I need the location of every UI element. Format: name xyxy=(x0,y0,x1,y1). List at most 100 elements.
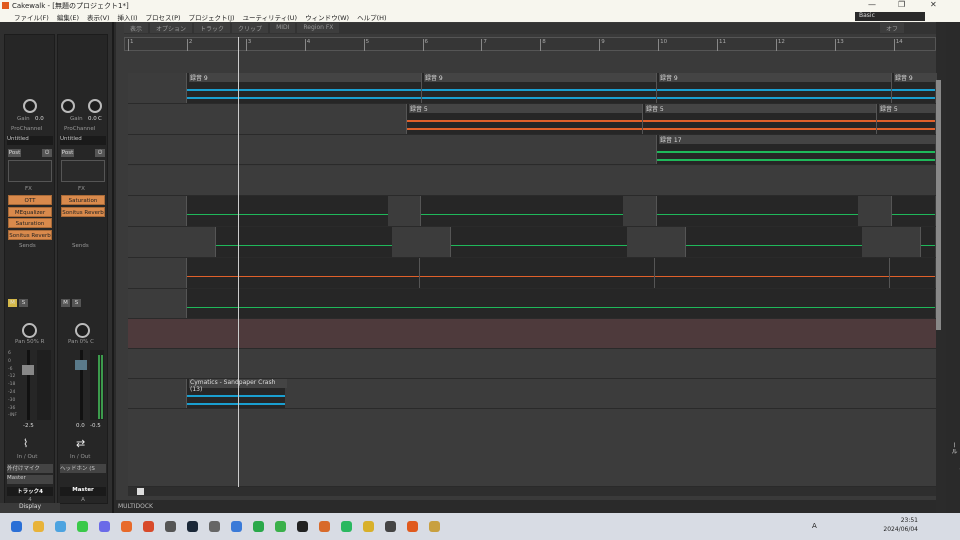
clip[interactable]: 録音 9 xyxy=(421,73,658,103)
power-icon[interactable]: ⏻ xyxy=(42,149,52,157)
eq-graph[interactable] xyxy=(61,160,105,182)
clip[interactable] xyxy=(656,196,858,226)
taskbar-app-icon[interactable] xyxy=(143,521,154,532)
clip[interactable] xyxy=(685,227,862,257)
minimize-button[interactable]: — xyxy=(868,0,876,9)
fx-plugin[interactable]: Saturation Knob xyxy=(8,218,52,237)
menu-item[interactable]: ユーティリティ(U) xyxy=(243,12,298,22)
clip[interactable] xyxy=(889,258,935,288)
browser-tab[interactable]: ブラウザ | ヘルプモジュール xyxy=(949,442,960,513)
taskbar-app-icon[interactable] xyxy=(385,521,396,532)
taskbar-app-icon[interactable] xyxy=(11,521,22,532)
solo-button[interactable]: S xyxy=(19,299,28,307)
clip[interactable]: 録音 5 xyxy=(642,104,878,134)
taskbar-app-icon[interactable] xyxy=(165,521,176,532)
taskbar-app-icon[interactable] xyxy=(297,521,308,532)
clip[interactable]: 録音 9 xyxy=(186,73,423,103)
track-lane[interactable] xyxy=(128,349,936,379)
horizontal-scrollbar[interactable] xyxy=(128,487,936,496)
fx-plugin[interactable]: Sonitus Reverb xyxy=(61,206,105,217)
taskbar-app-icon[interactable] xyxy=(253,521,264,532)
track-lane[interactable]: 録音 9 録音 9 録音 9 録音 9 xyxy=(128,73,937,104)
solo-button[interactable]: S xyxy=(72,299,81,307)
display-button[interactable]: Display xyxy=(0,503,60,513)
pan-knob-top[interactable] xyxy=(88,99,102,113)
toolbar-menu[interactable]: トラック xyxy=(194,23,231,33)
menu-item[interactable]: 表示(V) xyxy=(87,12,110,22)
clip[interactable] xyxy=(186,289,935,318)
clip[interactable]: 録音 17 xyxy=(656,135,937,164)
clip[interactable] xyxy=(186,196,388,226)
clip[interactable] xyxy=(920,227,935,257)
toolbar-menu[interactable]: 表示 xyxy=(124,23,149,33)
clip[interactable] xyxy=(891,196,935,226)
clip[interactable] xyxy=(215,227,392,257)
output-select[interactable]: ヘッドホン (S xyxy=(60,464,106,473)
snap-toggle[interactable]: オフ xyxy=(880,23,905,33)
volume-fader[interactable] xyxy=(75,360,87,370)
toolbar-menu[interactable]: オプション xyxy=(150,23,193,33)
close-button[interactable]: ✕ xyxy=(930,0,937,9)
taskbar-app-icon[interactable] xyxy=(319,521,330,532)
menu-item[interactable]: プロジェクト(J) xyxy=(189,12,235,22)
track-lane[interactable]: Cymatics - Sandpaper Crash (13) xyxy=(128,379,936,409)
taskbar-app-icon[interactable] xyxy=(33,521,44,532)
maximize-button[interactable]: ❐ xyxy=(898,0,905,9)
menu-item[interactable]: ヘルプ(H) xyxy=(357,12,386,22)
taskbar-app-icon[interactable] xyxy=(407,521,418,532)
taskbar-app-icon[interactable] xyxy=(77,521,88,532)
input-select[interactable]: 外付けマイク xyxy=(7,464,53,473)
workspace-select[interactable]: Basic xyxy=(855,12,925,21)
post-button[interactable]: Post xyxy=(61,149,74,157)
preset-name[interactable]: Untitled xyxy=(60,136,106,145)
clip[interactable]: Cymatics - Sandpaper Crash (13) xyxy=(186,379,287,408)
track-name[interactable]: Master xyxy=(60,487,106,496)
taskbar-app-icon[interactable] xyxy=(187,521,198,532)
preset-name[interactable]: Untitled xyxy=(7,136,53,145)
taskbar-app-icon[interactable] xyxy=(99,521,110,532)
clip[interactable]: 録音 5 xyxy=(406,104,644,134)
toolbar-menu[interactable]: Region FX xyxy=(297,23,340,33)
pan-knob[interactable] xyxy=(22,323,37,338)
menu-item[interactable]: 挿入(I) xyxy=(118,12,138,22)
track-lane[interactable] xyxy=(128,166,936,196)
taskbar-app-icon[interactable] xyxy=(55,521,66,532)
clip[interactable]: 録音 9 xyxy=(891,73,937,103)
taskbar-app-icon[interactable] xyxy=(209,521,220,532)
volume-fader[interactable] xyxy=(22,365,34,375)
track-name[interactable]: トラック4 xyxy=(7,487,53,496)
playhead[interactable] xyxy=(238,37,239,487)
track-lane[interactable] xyxy=(128,409,936,487)
track-lane[interactable]: 録音 17 xyxy=(128,135,937,165)
taskbar-app-icon[interactable] xyxy=(363,521,374,532)
fx-plugin[interactable]: MEqualizer xyxy=(8,206,52,217)
clip[interactable] xyxy=(420,196,623,226)
menu-item[interactable]: 編集(E) xyxy=(57,12,79,22)
menu-item[interactable]: ウィンドウ(W) xyxy=(305,12,349,22)
clip[interactable] xyxy=(419,258,654,288)
toolbar-menu[interactable]: クリップ xyxy=(232,23,269,33)
taskbar-app-icon[interactable] xyxy=(231,521,242,532)
fx-plugin[interactable]: OTT xyxy=(8,195,52,205)
taskbar-app-icon[interactable] xyxy=(429,521,440,532)
clip[interactable]: 録音 9 xyxy=(656,73,893,103)
ime-indicator[interactable]: A xyxy=(812,522,817,530)
track-lane[interactable] xyxy=(128,319,936,349)
mute-button[interactable]: M xyxy=(8,299,17,307)
power-icon[interactable]: ⏻ xyxy=(95,149,105,157)
gain-knob[interactable] xyxy=(61,99,75,113)
vertical-scrollbar[interactable] xyxy=(936,80,941,330)
gain-knob[interactable] xyxy=(23,99,37,113)
fx-plugin[interactable]: Sonitus Reverb xyxy=(8,229,52,240)
track-lane[interactable] xyxy=(128,289,936,319)
mute-button[interactable]: M xyxy=(61,299,70,307)
taskbar-app-icon[interactable] xyxy=(275,521,286,532)
track-lane[interactable] xyxy=(128,196,936,227)
toolbar-menu[interactable]: MIDI xyxy=(270,23,296,33)
menu-item[interactable]: ファイル(F) xyxy=(14,12,49,22)
taskbar-app-icon[interactable] xyxy=(121,521,132,532)
menu-item[interactable]: プロセス(P) xyxy=(146,12,181,22)
clip[interactable] xyxy=(450,227,627,257)
clip[interactable] xyxy=(186,258,419,288)
timeline-ruler[interactable]: 1 2 3 4 5 6 7 8 9 10 11 12 13 14 xyxy=(124,37,936,51)
